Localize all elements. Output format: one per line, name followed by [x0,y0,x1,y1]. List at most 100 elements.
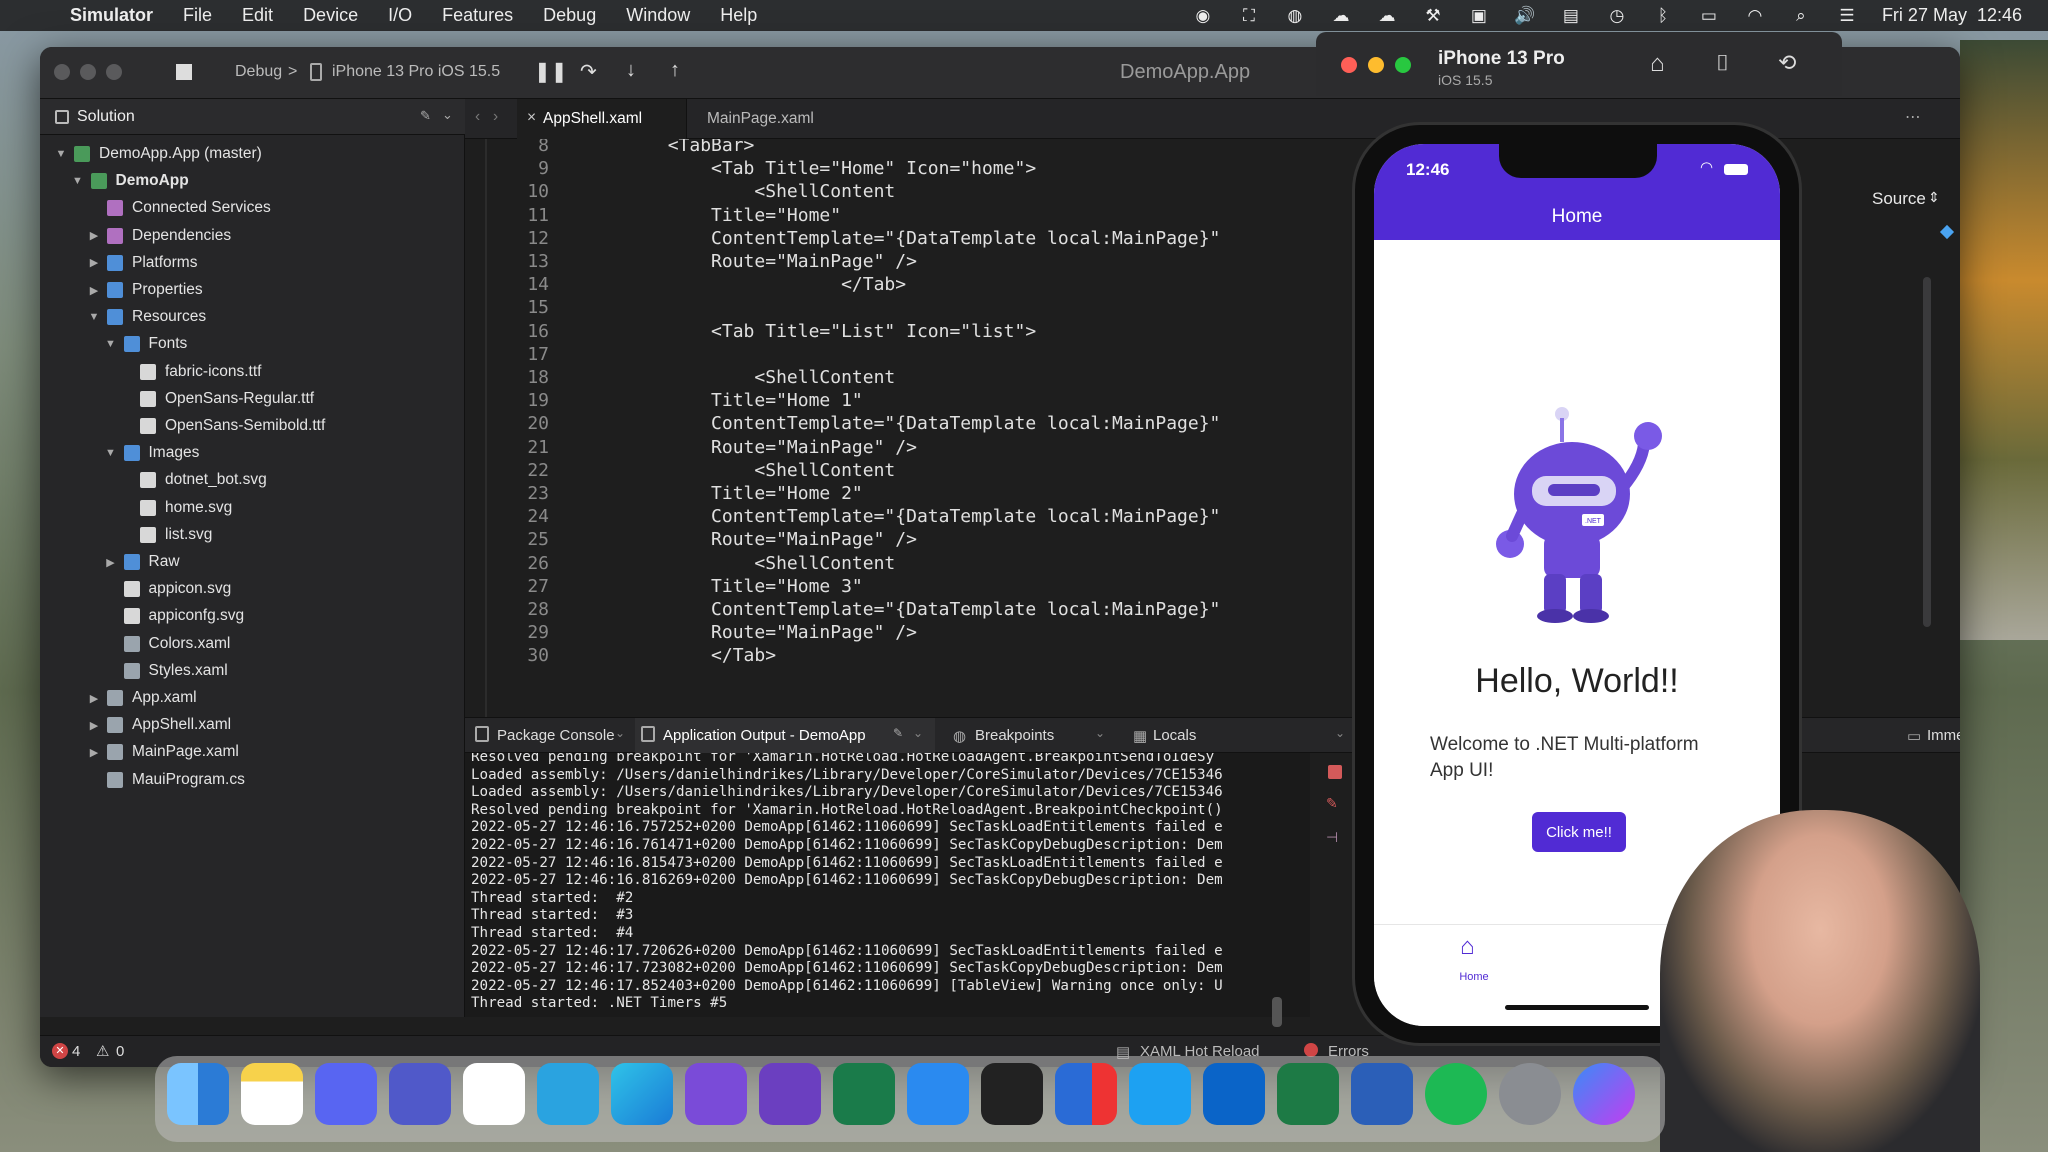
tree-item[interactable]: MauiProgram.cs [87,767,245,793]
system-preferences-icon[interactable] [1499,1063,1561,1125]
tab-home[interactable]: ⌂ Home [1442,933,1506,993]
editor-scrollbar[interactable] [1923,277,1931,627]
menu-help[interactable]: Help [720,5,757,26]
code-editor[interactable]: 8 <TabBar> 9 <Tab Title="Home" Icon="home… [465,139,1350,739]
xcode-icon[interactable] [833,1063,895,1125]
menu-app-name[interactable]: Simulator [70,5,153,26]
chevron-down-icon[interactable]: ▼ [104,447,118,459]
pin-output-icon[interactable]: ⊣ [1326,829,1338,846]
menu-io[interactable]: I/O [388,5,412,26]
stop-icon[interactable] [176,64,192,80]
tree-item[interactable]: appiconfg.svg [104,603,244,629]
battery-icon[interactable]: ▭ [1698,6,1720,25]
screenshot-icon[interactable]: ⌷ [1716,50,1729,76]
tree-item[interactable]: ▶ Properties [87,277,203,303]
window-zoom-button[interactable] [106,64,122,80]
tree-item[interactable]: ▼ DemoApp [71,168,189,194]
spotify-icon[interactable] [1425,1063,1487,1125]
visual-studio-preview-icon[interactable] [759,1063,821,1125]
chevron-down-icon[interactable]: ⌄ [442,107,453,123]
pin-icon[interactable]: ✎ [420,108,431,124]
finder-icon[interactable] [167,1063,229,1125]
parallels-icon[interactable] [1055,1063,1117,1125]
sim-close-button[interactable] [1341,57,1357,73]
chevron-right-icon[interactable]: ▶ [87,229,101,242]
step-over-icon[interactable]: ↷ [580,59,597,84]
spotlight-search-icon[interactable]: ⌕ [1790,6,1812,25]
tree-item[interactable]: fabric-icons.ttf [120,359,261,385]
memory-icon[interactable]: ▤ [1560,6,1582,25]
edge-icon[interactable] [611,1063,673,1125]
tree-item[interactable]: OpenSans-Semibold.ttf [120,413,325,439]
notes-icon[interactable] [241,1063,303,1125]
tab-package-console[interactable]: Package Console [497,727,615,744]
menu-edit[interactable]: Edit [242,5,273,26]
chevron-updown-icon[interactable]: ⇕ [1928,189,1940,206]
pin-icon[interactable]: ✎ [893,726,903,740]
menu-file[interactable]: File [183,5,212,26]
chevron-right-icon[interactable]: ▶ [104,556,118,569]
more-icon[interactable]: ⋯ [1905,108,1921,127]
warning-count[interactable]: 0 [116,1043,124,1060]
chevron-down-icon[interactable]: ▼ [71,175,85,187]
menu-device[interactable]: Device [303,5,358,26]
rotate-icon[interactable]: ⟲ [1778,50,1796,76]
tree-item[interactable]: ▶ Raw [104,549,180,575]
clear-output-icon[interactable]: ✎ [1326,795,1338,812]
application-output-console[interactable]: Resolved pending breakpoint for 'Xamarin… [465,753,1310,1017]
tab-breakpoints[interactable]: Breakpoints [975,727,1054,744]
record-icon[interactable]: ◉ [1192,6,1214,25]
tab-immediate[interactable]: Immediate [1927,727,1960,744]
tree-item[interactable]: home.svg [120,495,232,521]
menu-debug[interactable]: Debug [543,5,596,26]
tools-icon[interactable]: ⚒ [1422,6,1444,25]
telegram-icon[interactable] [537,1063,599,1125]
cloud-drive-icon[interactable]: ☁ [1376,6,1398,25]
tree-item[interactable]: ▶ AppShell.xaml [87,712,231,738]
nav-forward-icon[interactable]: › [493,108,498,126]
twitter-icon[interactable] [1129,1063,1191,1125]
sim-zoom-button[interactable] [1395,57,1411,73]
cloud-icon[interactable]: ☁ [1330,6,1352,25]
chevron-right-icon[interactable]: ▶ [87,284,101,297]
tree-item[interactable]: ▶ MainPage.xaml [87,739,239,765]
tab-appshell[interactable]: × AppShell.xaml [517,99,687,139]
tree-item[interactable]: ▼ Fonts [104,331,187,357]
tree-item[interactable]: dotnet_bot.svg [120,467,267,493]
tree-item[interactable]: ▶ Dependencies [87,223,231,249]
chevron-down-icon[interactable]: ⌄ [1335,726,1345,740]
tree-item[interactable]: Connected Services [87,195,271,221]
chevron-right-icon[interactable]: ▶ [87,746,101,759]
chevron-down-icon[interactable]: ⌄ [615,726,625,740]
terminal-icon[interactable] [981,1063,1043,1125]
step-out-icon[interactable]: ↑ [670,59,680,82]
menu-window[interactable]: Window [626,5,690,26]
tree-item[interactable]: Styles.xaml [104,658,228,684]
globe-icon[interactable]: ◍ [1284,6,1306,25]
discord-icon[interactable] [315,1063,377,1125]
tab-locals[interactable]: Locals [1153,727,1196,744]
time-machine-icon[interactable]: ◷ [1606,6,1628,25]
excel-icon[interactable] [1277,1063,1339,1125]
slack-icon[interactable] [463,1063,525,1125]
home-button-icon[interactable]: ⌂ [1650,50,1665,78]
window-close-button[interactable] [54,64,70,80]
visual-studio-icon[interactable] [685,1063,747,1125]
tree-item[interactable]: list.svg [120,522,212,548]
tab-mainpage[interactable]: MainPage.xaml [687,99,857,139]
display-icon[interactable]: ▣ [1468,6,1490,25]
chevron-right-icon[interactable]: ▶ [87,692,101,705]
tree-item[interactable]: ▼ Images [104,440,199,466]
tree-item[interactable]: OpenSans-Regular.ttf [120,386,314,412]
tab-close-icon[interactable]: × [527,109,536,127]
menu-features[interactable]: Features [442,5,513,26]
tree-item[interactable]: Colors.xaml [104,631,230,657]
word-icon[interactable] [1351,1063,1413,1125]
click-me-button[interactable]: Click me!! [1532,812,1626,852]
build-config[interactable]: Debug [235,63,282,81]
control-center-icon[interactable]: ☰ [1836,6,1858,25]
nav-back-icon[interactable]: ‹ [475,108,480,126]
tree-item[interactable]: ▶ App.xaml [87,685,197,711]
apple-icon[interactable] [22,7,44,25]
chevron-down-icon[interactable]: ▼ [54,148,68,160]
